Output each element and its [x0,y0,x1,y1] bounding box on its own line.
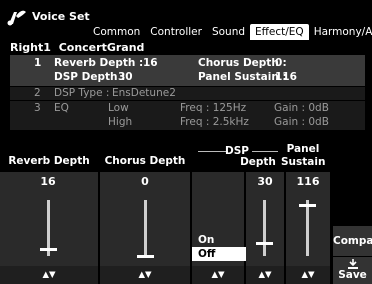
dsp-depth-slider-thumb[interactable] [256,241,273,245]
panel-sustain-value-display: 116 [296,175,320,188]
effect-row-2[interactable]: 2 DSP Type : EnsDetune2 [10,87,365,100]
reverb-depth-label: Reverb Depth : [54,57,144,69]
dsp-depth-updown-button[interactable]: ▲▼ [246,266,286,284]
save-button[interactable]: Save [333,257,372,284]
dsp-divider-right [252,151,278,152]
dsp-depth-value-display: 30 [257,175,273,188]
panel-sustain-value: 116 [275,71,297,83]
eq-label: EQ [54,102,69,114]
voice-part: Right1 [10,41,51,54]
reverb-updown-button[interactable]: ▲▼ [0,266,100,284]
row-3-number: 3 [34,102,41,114]
panel-sustain-label: Panel Sustain : [198,71,287,83]
page-title: Voice Set [32,10,90,23]
reverb-depth-value: 16 [143,57,158,69]
chorus-updown-button[interactable]: ▲▼ [100,266,192,284]
reverb-value: 16 [40,175,56,188]
eq-low-gain: Gain : 0dB [274,102,329,114]
chorus-slider-thumb[interactable] [137,255,154,258]
arrow-bar: ▲▼ ▲▼ ▲▼ ▲▼ ▲▼ [0,266,332,284]
dsp-depth-label: DSP Depth : [54,71,126,83]
reverb-slider-thumb[interactable] [40,247,57,251]
dsp-off-option[interactable]: Off [192,247,252,261]
tab-effect-eq[interactable]: Effect/EQ [250,24,309,40]
dsp-depth-slider-track[interactable] [263,200,266,256]
dsp-depth-column[interactable]: 30 [246,172,286,266]
tab-bar: Common Controller Sound Effect/EQ Harmon… [88,24,372,40]
chorus-slider-track[interactable] [144,200,147,256]
panel-sustain-updown-button[interactable]: ▲▼ [286,266,332,284]
dsp-onoff-column[interactable]: On Off [192,172,252,266]
panel-sustain-column[interactable]: 116 [286,172,332,266]
dsp-depth-header: Depth [240,156,276,168]
chorus-column[interactable]: 0 [100,172,192,266]
save-icon [347,259,358,269]
eq-high-freq: Freq : 2.5kHz [180,116,249,128]
dsp-onoff-updown-button[interactable]: ▲▼ [192,266,246,284]
dsp-on-option[interactable]: On [192,233,252,247]
chorus-value: 0 [141,175,149,188]
eq-high-label: High [108,116,133,128]
tab-controller[interactable]: Controller [145,24,207,40]
eq-high-gain: Gain : 0dB [274,116,329,128]
tab-sound[interactable]: Sound [207,24,250,40]
eq-low-freq: Freq : 125Hz [180,102,247,114]
effect-row-3[interactable]: 3 EQ Low Freq : 125Hz Gain : 0dB High Fr… [10,101,365,130]
dsp-onoff-selector[interactable]: On Off [192,233,252,261]
reverb-depth-header: Reverb Depth [8,155,90,167]
dsp-type-value: EnsDetune2 [112,87,176,99]
header-bar: Voice Set Common Controller Sound Effect… [0,0,372,40]
panel-sustain-slider-track[interactable] [306,200,309,256]
reverb-column[interactable]: 16 [0,172,100,266]
panel-header: Panel [286,143,320,155]
voice-set-icon [7,10,26,26]
panel-sustain-slider-thumb[interactable] [299,203,316,207]
compare-label: Compare [333,235,372,247]
tab-harmony-arp[interactable]: Harmony/Arp [309,24,372,40]
dsp-type-label: DSP Type : [54,87,110,99]
param-header: Reverb Depth Chorus Depth DSP Depth Pane… [0,143,372,172]
tab-common[interactable]: Common [88,24,145,40]
voice-name: ConcertGrand [58,41,145,54]
row-1-number: 1 [34,57,42,69]
compare-button[interactable]: Compare [333,226,372,256]
row-2-number: 2 [34,87,41,99]
chorus-depth-header: Chorus Depth [104,155,186,167]
slider-panel: 16 0 On Off 30 116 [0,172,332,266]
save-label: Save [338,269,367,281]
effect-row-1[interactable]: 1 Reverb Depth : 16 Chorus Depth : 0 DSP… [10,55,365,86]
chorus-depth-value: 0 [275,57,283,69]
voice-info: Right1 ConcertGrand [10,41,144,54]
chorus-depth-label: Chorus Depth : [198,57,287,69]
sustain-header: Sustain [281,156,326,168]
eq-low-label: Low [108,102,129,114]
dsp-depth-value: 30 [118,71,133,83]
